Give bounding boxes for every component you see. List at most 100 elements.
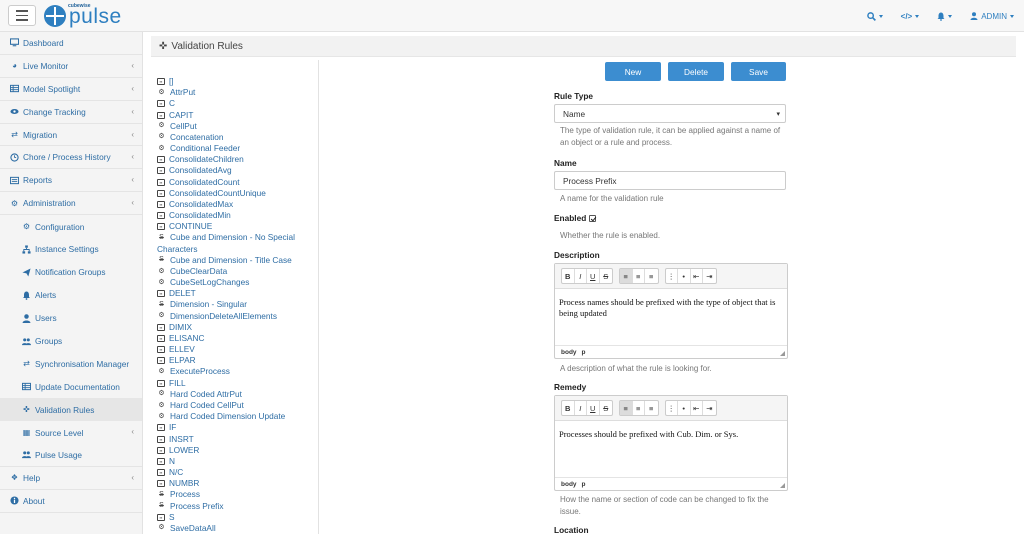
rule-list-item[interactable]: ⚙ Hard Coded CellPut <box>157 400 317 411</box>
nav-update-documentation[interactable]: Update Documentation <box>0 375 142 398</box>
rule-list-item[interactable]: ▪▪ ConsolidatedCount <box>157 177 317 188</box>
nav-change-tracking[interactable]: Change Tracking ‹ <box>0 101 142 124</box>
rule-list-item[interactable]: S Dimension - Singular <box>157 299 317 310</box>
rule-list-item[interactable]: ⚙ AttrPut <box>157 87 317 98</box>
rule-list-item[interactable]: ▪▪[] <box>157 76 317 87</box>
nav-chore-process-history[interactable]: Chore / Process History ‹ <box>0 146 142 170</box>
resize-handle[interactable] <box>780 483 785 488</box>
align-left-icon[interactable]: ≡ <box>620 269 633 283</box>
save-button[interactable]: Save <box>731 62 786 81</box>
nav-configuration[interactable]: ⚙ Configuration <box>0 215 142 238</box>
delete-button[interactable]: Delete <box>668 62 724 81</box>
align-right-icon[interactable]: ≡ <box>645 269 658 283</box>
nav-help[interactable]: ❖ Help ‹ <box>0 467 142 490</box>
align-center-icon[interactable]: ≡ <box>633 401 645 415</box>
nav-reports[interactable]: Reports ‹ <box>0 169 142 193</box>
rule-list-item[interactable]: ▪▪ ELLEV <box>157 344 317 355</box>
menu-toggle-button[interactable] <box>8 5 36 26</box>
rule-list-item[interactable]: ▪▪ N <box>157 456 317 467</box>
underline-button[interactable]: U <box>587 401 600 415</box>
nav-dashboard[interactable]: Dashboard <box>0 32 142 55</box>
italic-button[interactable]: I <box>575 401 587 415</box>
nav-administration[interactable]: ⚙ Administration ‹ <box>0 192 142 216</box>
rule-list-item[interactable]: ⚙ Hard Coded Dimension Update <box>157 411 317 422</box>
strikethrough-button[interactable]: S <box>600 269 613 283</box>
name-input[interactable]: Process Prefix <box>554 171 786 190</box>
remedy-editor[interactable]: B I U S ≡ ≡ ≡ ⋮ • ⇤ ⇥ Processes should b… <box>554 395 788 491</box>
indent-icon[interactable]: ⇥ <box>703 269 716 283</box>
rule-list-item[interactable]: ▪▪ N/C <box>157 467 317 478</box>
rule-list-item[interactable]: ▪▪ INSRT <box>157 434 317 445</box>
remedy-content[interactable]: Processes should be prefixed with Cub. D… <box>555 421 787 444</box>
ordered-list-icon[interactable]: ⋮ <box>666 401 678 415</box>
bold-button[interactable]: B <box>562 269 575 283</box>
rule-list-item-continued[interactable]: Characters <box>157 244 317 255</box>
rule-list-item[interactable]: ⚙ CellPut <box>157 121 317 132</box>
align-right-icon[interactable]: ≡ <box>645 401 658 415</box>
rule-list-item[interactable]: ▪▪ ConsolidatedCountUnique <box>157 188 317 199</box>
strikethrough-button[interactable]: S <box>600 401 613 415</box>
rule-list-item[interactable]: ▪▪ CAPIT <box>157 110 317 121</box>
resize-handle[interactable] <box>780 351 785 356</box>
user-menu[interactable]: ADMIN <box>970 12 1014 21</box>
nav-notification-groups[interactable]: Notification Groups <box>0 261 142 284</box>
rule-type-select[interactable]: Name ▾ <box>554 104 786 123</box>
rule-list-item[interactable]: ▪▪ CONTINUE <box>157 221 317 232</box>
nav-groups[interactable]: Groups <box>0 330 142 353</box>
rule-list-item[interactable]: ▪▪ ConsolidatedMax <box>157 199 317 210</box>
enabled-checkbox[interactable] <box>589 215 597 223</box>
rule-list-item[interactable]: ⚙ Concatenation <box>157 132 317 143</box>
bold-button[interactable]: B <box>562 401 575 415</box>
ordered-list-icon[interactable]: ⋮ <box>666 269 678 283</box>
rule-list-item[interactable]: ⚙ SaveDataAll <box>157 523 317 534</box>
nav-migration[interactable]: ⇄ Migration ‹ <box>0 124 142 147</box>
rule-list-item[interactable]: ▪▪ ELPAR <box>157 355 317 366</box>
nav-instance-settings[interactable]: Instance Settings <box>0 238 142 261</box>
description-editor[interactable]: B I U S ≡ ≡ ≡ ⋮ • ⇤ ⇥ Process names shou… <box>554 263 788 359</box>
nav-pulse-usage[interactable]: Pulse Usage <box>0 444 142 467</box>
search-menu[interactable] <box>866 11 883 21</box>
nav-model-spotlight[interactable]: Model Spotlight ‹ <box>0 78 142 101</box>
unordered-list-icon[interactable]: • <box>678 269 691 283</box>
notifications-menu[interactable] <box>937 12 953 21</box>
rule-list-item[interactable]: ▪▪ ConsolidateChildren <box>157 154 317 165</box>
rule-list-item[interactable]: ▪▪ ELISANC <box>157 333 317 344</box>
rule-list-item[interactable]: ▪▪ C <box>157 98 317 109</box>
indent-icon[interactable]: ⇥ <box>703 401 716 415</box>
rule-list-item[interactable]: S Cube and Dimension - Title Case <box>157 255 317 266</box>
nav-about[interactable]: About <box>0 490 142 513</box>
rule-list-item[interactable]: ▪▪ DIMIX <box>157 322 317 333</box>
rule-list-item[interactable]: ⚙ ExecuteProcess <box>157 366 317 377</box>
unordered-list-icon[interactable]: • <box>678 401 691 415</box>
rule-list-item[interactable]: ⚙ CubeSetLogChanges <box>157 277 317 288</box>
description-content[interactable]: Process names should be prefixed with th… <box>555 289 787 323</box>
nav-users[interactable]: Users <box>0 307 142 330</box>
rule-list-item[interactable]: ▪▪ LOWER <box>157 445 317 456</box>
rule-list-item[interactable]: ▪▪ S <box>157 512 317 523</box>
rule-list-item[interactable]: ▪▪ DELET <box>157 288 317 299</box>
nav-alerts[interactable]: Alerts <box>0 284 142 307</box>
underline-button[interactable]: U <box>587 269 600 283</box>
rule-list-item[interactable]: ▪▪ FILL <box>157 378 317 389</box>
rule-list-item[interactable]: ⚙ Hard Coded AttrPut <box>157 389 317 400</box>
rule-list-item[interactable]: ▪▪ ConsolidatedAvg <box>157 165 317 176</box>
rule-list-item[interactable]: ▪▪ IF <box>157 422 317 433</box>
nav-validation-rules[interactable]: ✜ Validation Rules <box>0 398 142 422</box>
italic-button[interactable]: I <box>575 269 587 283</box>
rule-list-item[interactable]: S Cube and Dimension - No Special <box>157 232 317 243</box>
new-button[interactable]: New <box>605 62 661 81</box>
rule-list-item[interactable]: ⚙ CubeClearData <box>157 266 317 277</box>
pulse-logo[interactable]: cubewise pulse <box>44 3 144 29</box>
rule-list-item[interactable]: S Process Prefix <box>157 501 317 512</box>
outdent-icon[interactable]: ⇤ <box>691 269 703 283</box>
rule-list-item[interactable]: ⚙ Conditional Feeder <box>157 143 317 154</box>
align-left-icon[interactable]: ≡ <box>620 401 633 415</box>
rule-list-item[interactable]: ▪▪ ConsolidatedMin <box>157 210 317 221</box>
rule-list-item[interactable]: S Process <box>157 489 317 500</box>
rule-list-item[interactable]: ▪▪ NUMBR <box>157 478 317 489</box>
rule-list-item[interactable]: ⚙ DimensionDeleteAllElements <box>157 311 317 322</box>
outdent-icon[interactable]: ⇤ <box>691 401 703 415</box>
nav-live-monitor[interactable]: ◕ Live Monitor ‹ <box>0 55 142 78</box>
code-menu[interactable]: </> <box>901 12 920 21</box>
nav-source-level[interactable]: ▦ Source Level ‹ <box>0 421 142 444</box>
